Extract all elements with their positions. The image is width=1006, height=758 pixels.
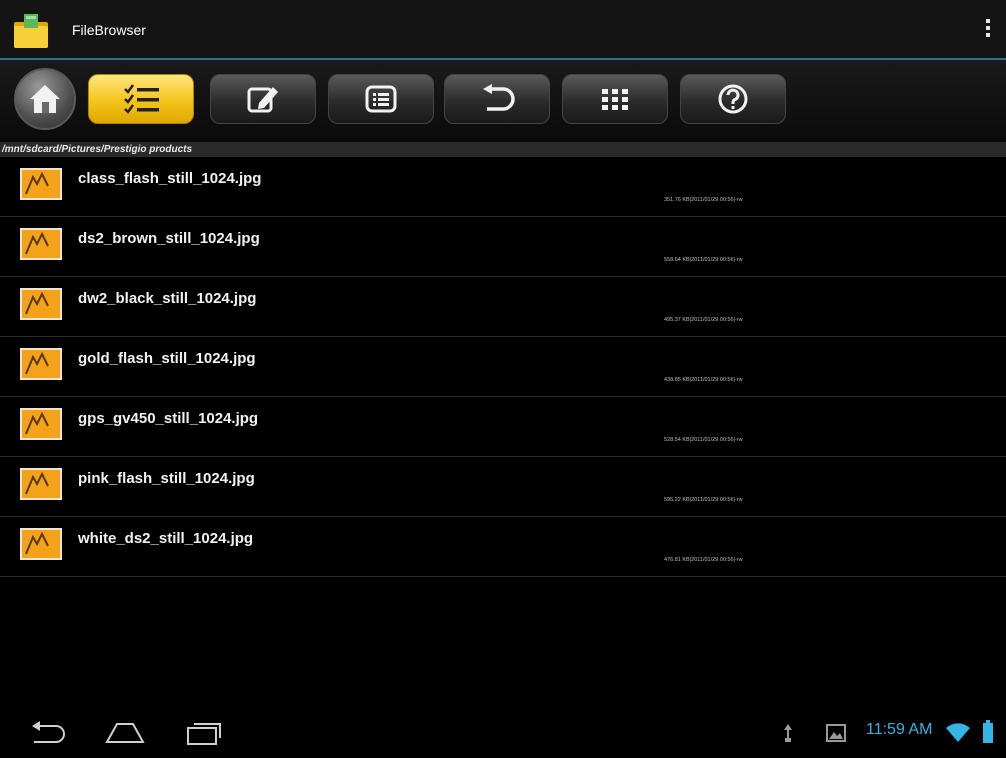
filebrowser-folder-icon bbox=[14, 14, 48, 48]
file-row[interactable]: class_flash_still_1024.jpg 351.76 KB|201… bbox=[0, 157, 1006, 217]
file-list: class_flash_still_1024.jpg 351.76 KB|201… bbox=[0, 157, 1006, 577]
usb-icon bbox=[784, 724, 792, 742]
image-file-icon bbox=[20, 528, 62, 560]
file-meta: 528.54 KB|2011/01/29 00:56|-rw bbox=[664, 437, 743, 443]
file-meta: 558.64 KB|2011/01/29 00:56|-rw bbox=[664, 257, 743, 263]
image-file-icon bbox=[20, 408, 62, 440]
image-file-icon bbox=[20, 348, 62, 380]
file-row[interactable]: dw2_black_still_1024.jpg 495.37 KB|2011/… bbox=[0, 277, 1006, 337]
grid-view-button[interactable] bbox=[562, 74, 668, 124]
file-name: class_flash_still_1024.jpg bbox=[78, 170, 262, 187]
gallery-notification-icon bbox=[826, 724, 846, 742]
file-name: dw2_black_still_1024.jpg bbox=[78, 290, 257, 307]
overflow-menu-icon[interactable] bbox=[984, 16, 992, 44]
image-file-icon bbox=[20, 228, 62, 260]
current-path: /mnt/sdcard/Pictures/Prestigio products bbox=[0, 142, 1006, 157]
checklist-icon bbox=[124, 84, 159, 114]
app-title: FileBrowser bbox=[72, 22, 146, 38]
file-meta: 438.85 KB|2011/01/29 00:56|-rw bbox=[664, 377, 743, 383]
back-icon[interactable] bbox=[28, 720, 68, 746]
grid-view-icon bbox=[602, 89, 628, 110]
file-row[interactable]: white_ds2_still_1024.jpg 476.81 KB|2011/… bbox=[0, 517, 1006, 577]
wifi-icon bbox=[946, 723, 970, 742]
edit-icon bbox=[247, 87, 278, 113]
toolbar bbox=[0, 60, 1006, 142]
undo-icon bbox=[483, 84, 515, 111]
list-view-icon bbox=[365, 85, 397, 113]
file-meta: 351.76 KB|2011/01/29 00:56|-rw bbox=[664, 197, 743, 203]
system-bar: 11:59 AM bbox=[0, 706, 1006, 758]
file-row[interactable]: gps_gv450_still_1024.jpg 528.54 KB|2011/… bbox=[0, 397, 1006, 457]
recent-apps-icon[interactable] bbox=[184, 720, 224, 746]
file-name: gold_flash_still_1024.jpg bbox=[78, 350, 256, 367]
file-name: white_ds2_still_1024.jpg bbox=[78, 530, 254, 547]
back-folder-button[interactable] bbox=[444, 74, 550, 124]
image-file-icon bbox=[20, 468, 62, 500]
battery-icon bbox=[983, 720, 993, 743]
image-file-icon bbox=[20, 168, 62, 200]
home-icon bbox=[30, 85, 60, 113]
home-button[interactable] bbox=[14, 68, 76, 130]
file-row[interactable]: pink_flash_still_1024.jpg 595.22 KB|2011… bbox=[0, 457, 1006, 517]
file-meta: 476.81 KB|2011/01/29 00:56|-rw bbox=[664, 557, 743, 563]
file-row[interactable]: ds2_brown_still_1024.jpg 558.64 KB|2011/… bbox=[0, 217, 1006, 277]
details-view-button[interactable] bbox=[328, 74, 434, 124]
home-nav-icon[interactable] bbox=[104, 720, 146, 746]
status-clock: 11:59 AM bbox=[866, 721, 933, 738]
multi-select-button[interactable] bbox=[88, 74, 194, 124]
file-name: gps_gv450_still_1024.jpg bbox=[78, 410, 259, 427]
edit-button[interactable] bbox=[210, 74, 316, 124]
image-file-icon bbox=[20, 288, 62, 320]
file-name: pink_flash_still_1024.jpg bbox=[78, 470, 255, 487]
file-meta: 495.37 KB|2011/01/29 00:56|-rw bbox=[664, 317, 743, 323]
file-name: ds2_brown_still_1024.jpg bbox=[78, 230, 260, 247]
help-button[interactable] bbox=[680, 74, 786, 124]
file-row[interactable]: gold_flash_still_1024.jpg 438.85 KB|2011… bbox=[0, 337, 1006, 397]
file-meta: 595.22 KB|2011/01/29 00:56|-rw bbox=[664, 497, 743, 503]
help-icon bbox=[718, 84, 748, 114]
action-bar: FileBrowser bbox=[0, 0, 1006, 60]
